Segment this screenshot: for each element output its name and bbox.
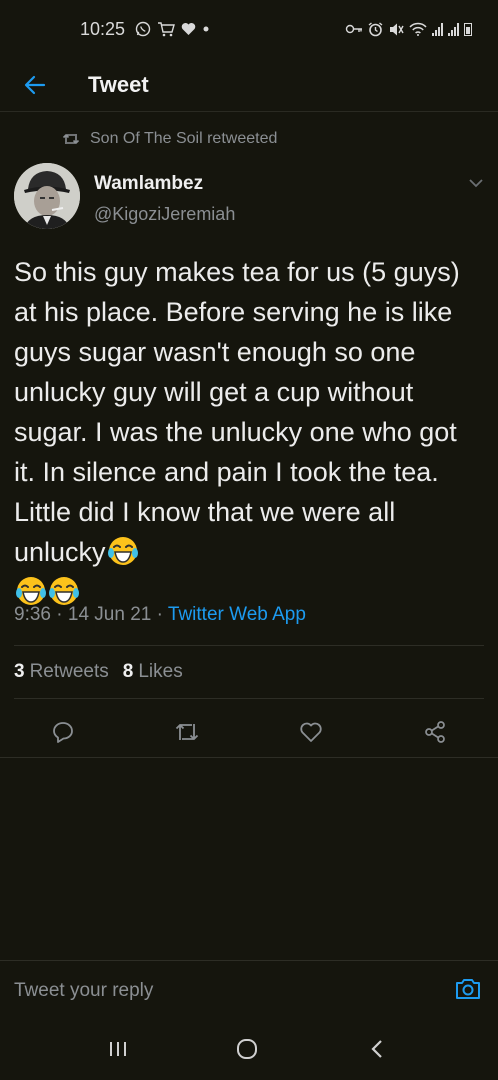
reply-icon xyxy=(53,722,73,743)
retweeted-by[interactable]: Son Of The Soil retweeted xyxy=(62,128,277,150)
whatsapp-icon xyxy=(135,21,151,37)
tweet-time: 9:36 xyxy=(14,604,51,625)
recent-apps-icon xyxy=(110,1042,126,1056)
divider xyxy=(0,757,498,758)
key-icon xyxy=(345,23,363,35)
divider xyxy=(14,698,484,699)
signal-icon xyxy=(448,22,459,36)
tweet-source-link[interactable]: Twitter Web App xyxy=(168,604,306,625)
chevron-left-icon xyxy=(371,1040,382,1058)
tweet-body: So this guy makes tea for us (5 guys) at… xyxy=(14,257,460,567)
status-bar-left: 10:25 xyxy=(80,19,210,40)
status-bar: 10:25 xyxy=(0,0,498,58)
tweet-stats: 3 Retweets 8 Likes xyxy=(14,661,183,683)
reply-input[interactable]: Tweet your reply xyxy=(14,980,153,1002)
tears-of-joy-emoji-icon xyxy=(48,575,80,607)
share-button[interactable] xyxy=(419,716,451,748)
recent-apps-button[interactable] xyxy=(96,1032,140,1066)
author-handle[interactable]: @KigoziJeremiah xyxy=(94,204,235,225)
battery-icon xyxy=(464,22,472,36)
retweets-stat[interactable]: 3 Retweets xyxy=(14,661,109,683)
tweet-text: So this guy makes tea for us (5 guys) at… xyxy=(14,252,484,612)
meta-separator: · xyxy=(156,604,163,625)
tears-of-joy-emoji-icon xyxy=(107,535,139,567)
like-button[interactable] xyxy=(295,716,327,748)
likes-label: Likes xyxy=(138,661,183,682)
page-title: Tweet xyxy=(88,71,149,97)
reply-bar: Tweet your reply xyxy=(0,960,498,1018)
tweet-menu-button[interactable] xyxy=(468,175,484,193)
retweet-icon xyxy=(175,724,199,740)
avatar[interactable] xyxy=(14,163,80,229)
heart-icon xyxy=(181,22,196,36)
camera-button[interactable] xyxy=(454,976,482,1007)
camera-icon xyxy=(456,979,480,999)
status-bar-right xyxy=(345,21,472,37)
back-button[interactable] xyxy=(0,58,70,112)
signal-icon xyxy=(432,22,443,36)
retweeted-by-text: Son Of The Soil retweeted xyxy=(90,130,278,147)
tweet-meta: 9:36 · 14 Jun 21 · Twitter Web App xyxy=(14,604,306,626)
meta-separator: · xyxy=(56,604,63,625)
mute-icon xyxy=(388,22,404,37)
system-nav-bar xyxy=(0,1018,498,1080)
author-name[interactable]: Wamlambez xyxy=(94,173,203,195)
tweet-actions xyxy=(0,710,498,752)
retweet-button[interactable] xyxy=(171,716,203,748)
tweet-header: Tweet xyxy=(0,58,498,112)
tears-of-joy-emoji-icon xyxy=(15,575,47,607)
chevron-down-icon xyxy=(469,179,483,188)
shopping-cart-icon xyxy=(157,21,175,37)
likes-count: 8 xyxy=(122,661,134,682)
status-time: 10:25 xyxy=(80,18,126,39)
tweet-author: Wamlambez @KigoziJeremiah xyxy=(14,163,484,233)
dot-icon xyxy=(202,25,210,33)
reply-button[interactable] xyxy=(47,716,79,748)
tweet-date: 14 Jun 21 xyxy=(67,604,152,625)
heart-icon xyxy=(300,722,322,742)
retweet-icon xyxy=(62,134,80,144)
divider xyxy=(14,645,484,646)
share-icon xyxy=(425,721,445,743)
retweets-count: 3 xyxy=(14,661,25,682)
likes-stat[interactable]: 8 Likes xyxy=(123,661,183,683)
wifi-icon xyxy=(409,22,427,36)
arrow-left-icon xyxy=(24,75,46,94)
system-back-button[interactable] xyxy=(355,1032,399,1066)
home-icon xyxy=(237,1039,257,1059)
home-button[interactable] xyxy=(225,1032,269,1066)
alarm-icon xyxy=(368,21,383,37)
retweets-label: Retweets xyxy=(29,661,109,682)
